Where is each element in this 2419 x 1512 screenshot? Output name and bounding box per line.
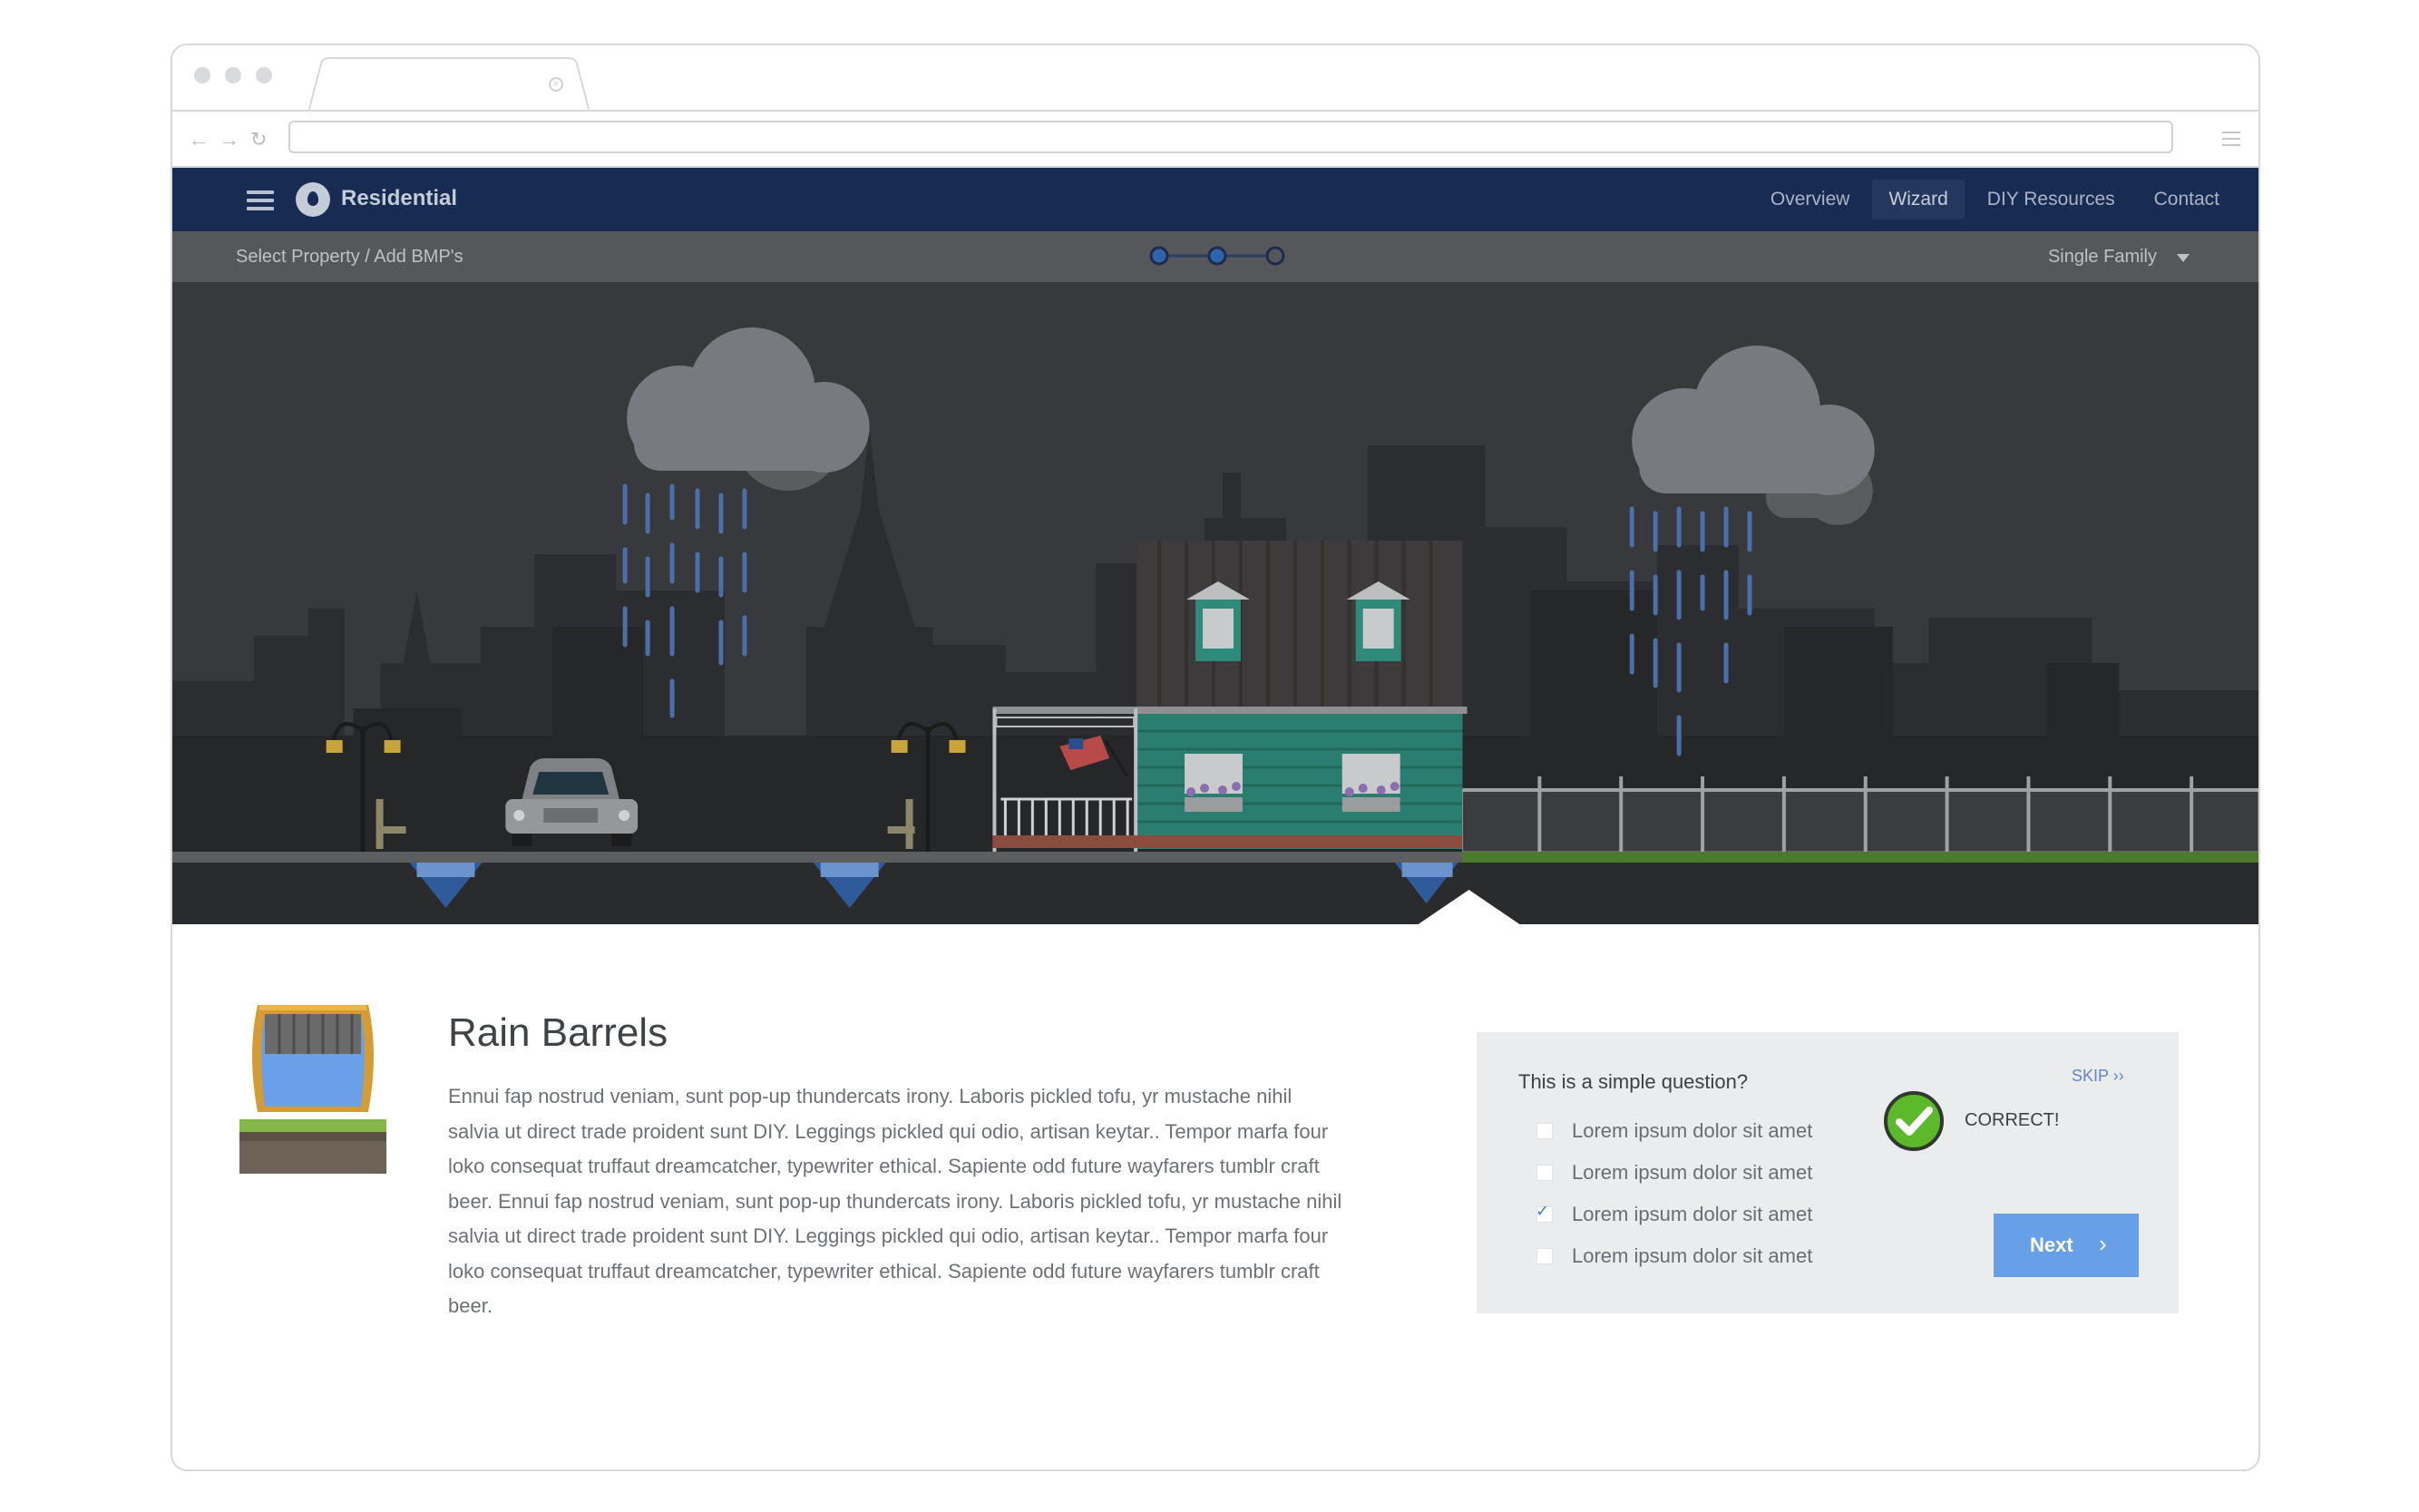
next-button-label: Next (2030, 1234, 2073, 1256)
step-progress (1149, 246, 1285, 266)
skip-link[interactable]: SKIP ›› (2072, 1067, 2124, 1086)
nav-wizard[interactable]: Wizard (1872, 180, 1965, 219)
browser-menu-icon[interactable] (2222, 132, 2240, 146)
hamburger-menu-icon[interactable] (247, 190, 274, 210)
nav-contact[interactable]: Contact (2138, 180, 2236, 219)
reload-icon[interactable]: ↻ (250, 130, 267, 150)
description-text: Ennui fap nostrud veniam, sunt pop-up th… (448, 1085, 1342, 1317)
option-checkbox[interactable] (1536, 1248, 1553, 1264)
nav-overview[interactable]: Overview (1754, 180, 1867, 219)
browser-toolbar: ← → ↻ (172, 112, 2258, 168)
tab-close-icon[interactable]: × (549, 77, 563, 92)
main-nav: Overview Wizard DIY Resources Contact (1748, 168, 2258, 231)
quiz-question: This is a simple question? (1518, 1070, 1749, 1093)
option-label: Lorem ipsum dolor sit amet (1572, 1244, 1813, 1267)
quiz-option[interactable]: ✓ Lorem ipsum dolor sit amet (1536, 1202, 1812, 1227)
chevron-down-icon[interactable] (2177, 254, 2190, 262)
browser-tab[interactable] (308, 56, 590, 112)
browser-tabstrip: × (172, 45, 2258, 112)
wizard-subbar: Select Property / Add BMP's Single Famil… (172, 231, 2258, 282)
breadcrumb: Select Property / Add BMP's (236, 247, 463, 267)
quiz-option[interactable]: Lorem ipsum dolor sit amet (1536, 1118, 1812, 1144)
quiz-option[interactable]: Lorem ipsum dolor sit amet (1536, 1244, 1812, 1269)
nav-diy-resources[interactable]: DIY Resources (1971, 180, 2131, 219)
correct-check-icon (1884, 1091, 1944, 1151)
back-arrow-icon[interactable]: ← (189, 130, 209, 150)
quiz-panel: This is a simple question? SKIP ›› Lorem… (1477, 1032, 2179, 1313)
option-checkbox[interactable] (1536, 1165, 1553, 1181)
quiz-option[interactable]: Lorem ipsum dolor sit amet (1536, 1160, 1812, 1185)
app-header: Residential Overview Wizard DIY Resource… (172, 168, 2258, 231)
page-title: Rain Barrels (448, 1010, 668, 1055)
brand-title[interactable]: Residential (341, 186, 457, 211)
option-checkbox-checked[interactable]: ✓ (1536, 1202, 1553, 1223)
check-icon: ✓ (1536, 1202, 1550, 1220)
forward-arrow-icon[interactable]: → (219, 130, 239, 150)
next-button[interactable]: Next › (1994, 1214, 2139, 1277)
window-close-dot[interactable] (194, 67, 210, 83)
option-label: Lorem ipsum dolor sit amet (1572, 1161, 1813, 1184)
window-maximize-dot[interactable] (256, 67, 272, 83)
browser-window: × ← → ↻ Residential Overview Wizard DIY … (171, 44, 2260, 1471)
option-label: Lorem ipsum dolor sit amet (1572, 1119, 1813, 1142)
hero-illustration (172, 282, 2258, 924)
option-checkbox[interactable] (1536, 1123, 1553, 1139)
chevron-right-icon: › (2099, 1230, 2107, 1257)
option-label: Lorem ipsum dolor sit amet (1572, 1203, 1813, 1225)
result-text: CORRECT! (1965, 1110, 2060, 1130)
water-drop-icon (296, 182, 330, 217)
url-bar[interactable] (288, 121, 2173, 153)
window-minimize-dot[interactable] (225, 67, 241, 83)
rain-barrel-icon (239, 1005, 386, 1174)
property-type-select[interactable]: Single Family (2048, 247, 2157, 268)
